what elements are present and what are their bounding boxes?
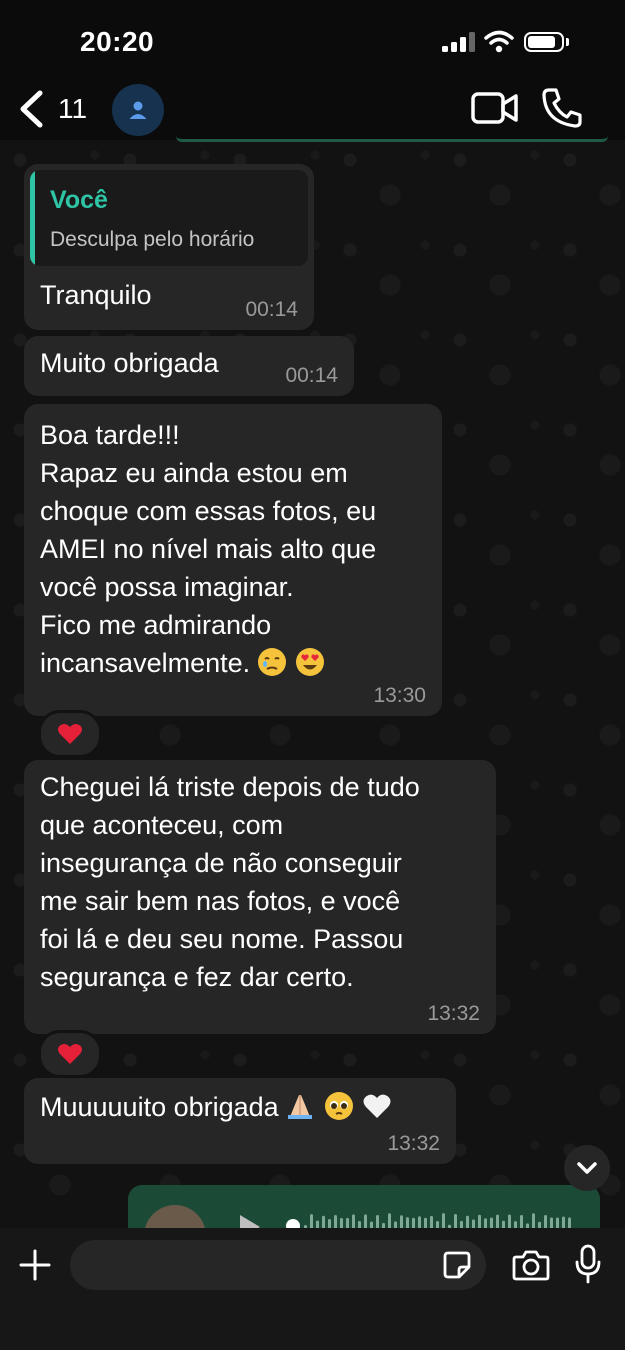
quote-text: Desculpa pelo horário xyxy=(50,228,255,251)
plus-icon[interactable] xyxy=(18,1248,52,1282)
message-text: Muuuuuito obrigada xyxy=(40,1092,279,1122)
message-text: Muito obrigada xyxy=(40,348,219,378)
message-time: 13:30 xyxy=(373,684,426,707)
person-icon xyxy=(129,101,147,119)
camera-icon[interactable] xyxy=(512,1248,550,1282)
scroll-to-bottom-button[interactable] xyxy=(564,1145,610,1191)
status-bar: 20:20 xyxy=(0,0,625,80)
message-bubble[interactable]: Cheguei lá triste depois de tudo que aco… xyxy=(24,760,496,1034)
composer-bar xyxy=(0,1228,625,1350)
message-time: 00:14 xyxy=(285,364,338,387)
phone-call-icon[interactable] xyxy=(540,86,584,130)
message-body: Muuuuuito obrigada xyxy=(40,1088,394,1126)
message-text: Boa tarde!!! Rapaz eu ainda estou em cho… xyxy=(40,420,377,678)
face-holding-back-tears-icon xyxy=(257,648,286,676)
whatsapp-chat-screen: 20:20 11 Você Desculpa pelo horário Tran… xyxy=(0,0,625,1350)
folded-hands-icon xyxy=(288,1095,313,1119)
message-time: 13:32 xyxy=(427,1002,480,1025)
red-heart-icon xyxy=(58,724,82,744)
cellular-signal-icon xyxy=(442,32,475,52)
message-text: Cheguei lá triste depois de tudo que aco… xyxy=(40,772,420,992)
red-heart-icon xyxy=(58,1044,82,1064)
reaction-badge[interactable] xyxy=(38,710,102,758)
quote-author: Você xyxy=(50,186,108,214)
quote-accent-bar xyxy=(30,170,35,266)
battery-icon xyxy=(524,32,564,52)
message-bubble[interactable]: Muito obrigada 00:14 xyxy=(24,336,354,396)
heart-eyes-icon xyxy=(296,648,325,676)
header-divider xyxy=(176,136,608,142)
chat-header: 11 xyxy=(0,80,625,142)
wifi-icon xyxy=(484,30,514,53)
pleading-face-icon xyxy=(324,1092,353,1120)
message-bubble[interactable]: Você Desculpa pelo horário Tranquilo 00:… xyxy=(24,164,314,330)
contact-avatar[interactable] xyxy=(112,84,164,136)
unread-count: 11 xyxy=(58,93,88,124)
message-time: 13:32 xyxy=(387,1132,440,1155)
message-input[interactable] xyxy=(70,1240,486,1290)
back-button[interactable]: 11 xyxy=(18,87,88,131)
message-bubble[interactable]: Muuuuuito obrigada 13:32 xyxy=(24,1078,456,1164)
battery-tip xyxy=(566,38,569,46)
chevron-left-icon xyxy=(20,90,43,128)
white-heart-icon xyxy=(363,1094,391,1118)
microphone-icon[interactable] xyxy=(574,1244,602,1284)
video-call-icon[interactable] xyxy=(470,90,520,126)
message-bubble[interactable]: Boa tarde!!! Rapaz eu ainda estou em cho… xyxy=(24,404,442,716)
quoted-message[interactable]: Você Desculpa pelo horário xyxy=(30,170,308,266)
message-text: Tranquilo xyxy=(40,280,152,310)
status-time: 20:20 xyxy=(80,26,155,57)
reaction-badge[interactable] xyxy=(38,1030,102,1078)
chevron-down-icon xyxy=(577,1162,597,1174)
message-body: Boa tarde!!! Rapaz eu ainda estou em cho… xyxy=(40,416,376,682)
sticker-icon[interactable] xyxy=(442,1250,472,1280)
message-time: 00:14 xyxy=(245,298,298,321)
